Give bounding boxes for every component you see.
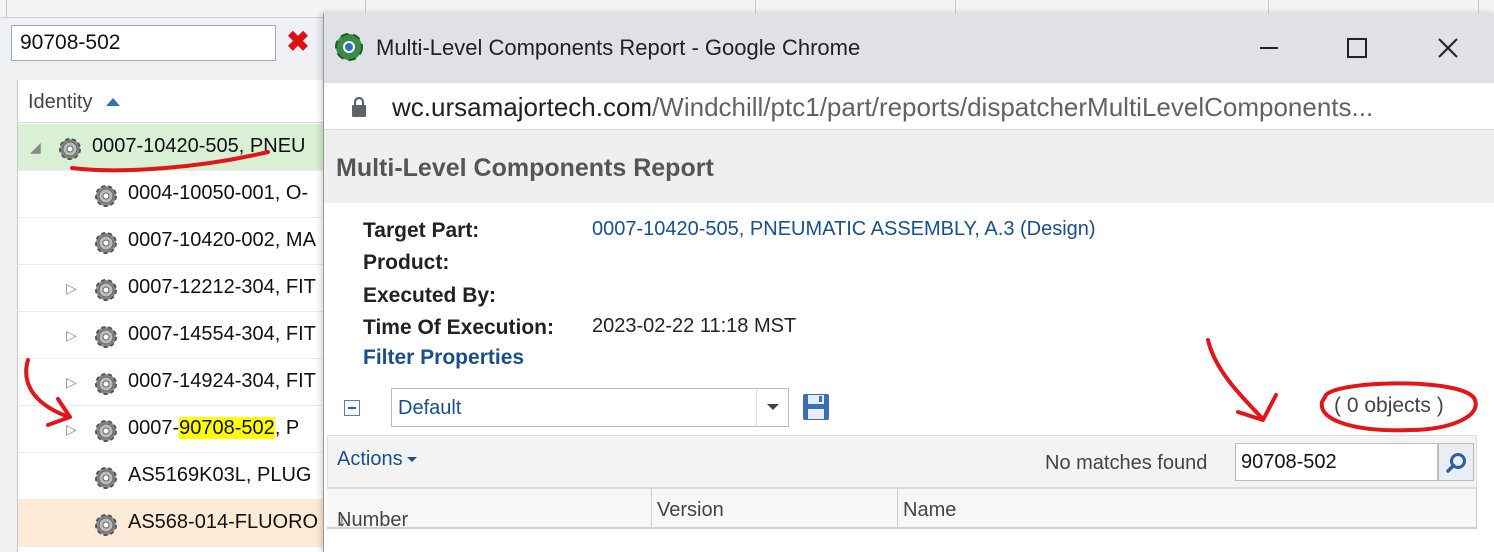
number-text: Number bbox=[337, 509, 409, 531]
find-in-table-input[interactable] bbox=[1235, 443, 1438, 481]
tree-row-label: 0007-10420-002, MA bbox=[128, 229, 316, 251]
minimize-icon[interactable] bbox=[1252, 31, 1286, 65]
label-prefix: 0007- bbox=[128, 417, 180, 439]
column-label-name: Name bbox=[903, 499, 957, 521]
executed-by-label: Executed By: bbox=[363, 284, 497, 307]
tree-search-input[interactable] bbox=[11, 25, 276, 61]
chrome-popup-window: Multi-Level Components Report - Google C… bbox=[323, 13, 1494, 552]
column-header-name[interactable]: Name bbox=[898, 488, 1477, 529]
no-matches-text: No matches found bbox=[1045, 452, 1208, 474]
label-suffix: , P bbox=[274, 417, 300, 439]
report-page: Multi-Level Components Report Target Par… bbox=[324, 130, 1494, 552]
tree-row-label: 0004-10050-001, O- bbox=[128, 182, 309, 204]
filter-properties-link[interactable]: Filter Properties bbox=[363, 346, 524, 370]
caret-down-icon bbox=[406, 457, 417, 463]
lock-icon bbox=[352, 96, 366, 117]
time-of-execution-value: 2023-02-22 11:18 MST bbox=[592, 315, 797, 337]
tree-row[interactable]: 0004-10050-001, O- bbox=[18, 171, 338, 218]
tree-row-label: 0007-14924-304, FIT bbox=[128, 370, 316, 392]
target-part-label: Target Part: bbox=[363, 219, 480, 242]
target-part-link[interactable]: 0007-10420-505, PNEUMATIC ASSEMBLY, A.3 … bbox=[592, 218, 1096, 241]
search-icon bbox=[1446, 453, 1466, 473]
tree-row-label: 0007-12212-304, FIT bbox=[128, 276, 316, 298]
tree-row-label: AS568-014-FLUORO bbox=[128, 511, 319, 533]
tree-row[interactable]: AS568-014-FLUORO bbox=[18, 500, 338, 547]
expand-toggle-icon[interactable]: ▷ bbox=[66, 373, 78, 391]
screen: ✖ Identity ◢ 0007-10420-505, PNEU 0004-1… bbox=[0, 0, 1494, 552]
url-host: wc.ursamajortech.com bbox=[392, 92, 653, 122]
part-gear-icon bbox=[95, 326, 117, 348]
url-text: wc.ursamajortech.com/Windchill/ptc1/part… bbox=[392, 92, 1373, 123]
expand-toggle-icon[interactable]: ▷ bbox=[66, 326, 78, 344]
find-button[interactable] bbox=[1438, 443, 1474, 481]
structure-tree: Identity ◢ 0007-10420-505, PNEU 0004-100… bbox=[17, 80, 338, 552]
part-gear-icon bbox=[95, 232, 117, 254]
actions-menu[interactable]: Actions bbox=[337, 448, 417, 471]
collapse-icon[interactable] bbox=[344, 400, 360, 416]
column-header-number[interactable]: Number ↓ bbox=[327, 488, 652, 531]
collapse-toggle-icon[interactable]: ◢ bbox=[30, 138, 42, 156]
time-of-execution-label: Time Of Execution: bbox=[363, 316, 554, 339]
sort-descending-icon: ↓ bbox=[337, 509, 347, 531]
sort-ascending-icon bbox=[106, 98, 120, 106]
page-title: Multi-Level Components Report bbox=[336, 154, 714, 182]
window-title: Multi-Level Components Report - Google C… bbox=[376, 35, 861, 60]
column-label-number: Number ↓ bbox=[332, 499, 408, 531]
maximize-icon[interactable] bbox=[1340, 31, 1374, 65]
column-label-version: Version bbox=[657, 499, 724, 521]
tree-row-match[interactable]: ▷ 0007-90708-502, P bbox=[18, 406, 338, 453]
identity-header-label: Identity bbox=[28, 91, 93, 113]
part-gear-icon bbox=[95, 467, 117, 489]
save-view-icon[interactable] bbox=[801, 392, 831, 422]
table-toolbar: Actions No matches found bbox=[327, 435, 1477, 488]
tree-row[interactable]: ▷ 0007-12212-304, FIT bbox=[18, 265, 338, 312]
identity-column-header[interactable]: Identity bbox=[18, 80, 338, 123]
view-select[interactable]: Default bbox=[391, 388, 789, 427]
part-gear-icon bbox=[95, 514, 117, 536]
part-gear-icon bbox=[95, 373, 117, 395]
column-header-version[interactable]: Version bbox=[652, 488, 898, 529]
part-gear-icon bbox=[95, 185, 117, 207]
close-icon[interactable] bbox=[1431, 31, 1465, 65]
tree-row[interactable]: ▷ 0007-14554-304, FIT bbox=[18, 312, 338, 359]
address-bar[interactable]: wc.ursamajortech.com/Windchill/ptc1/part… bbox=[324, 83, 1494, 130]
part-gear-icon bbox=[95, 279, 117, 301]
chevron-down-icon[interactable] bbox=[756, 389, 788, 426]
view-select-value: Default bbox=[398, 397, 462, 419]
window-titlebar[interactable]: Multi-Level Components Report - Google C… bbox=[324, 13, 1494, 83]
tree-row[interactable]: 0007-10420-002, MA bbox=[18, 218, 338, 265]
tree-row-label: 0007-14554-304, FIT bbox=[128, 323, 316, 345]
search-highlight: 90708-502 bbox=[179, 417, 275, 439]
tree-row[interactable]: ▷ 0007-14924-304, FIT bbox=[18, 359, 338, 406]
url-path: /Windchill/ptc1/part/reports/dispatcherM… bbox=[652, 92, 1374, 122]
actions-label: Actions bbox=[337, 448, 403, 470]
object-count: ( 0 objects ) bbox=[1334, 394, 1444, 417]
part-gear-icon bbox=[95, 420, 117, 442]
chrome-logo-icon bbox=[335, 33, 363, 61]
clear-search-icon[interactable]: ✖ bbox=[286, 28, 310, 56]
part-gear-icon bbox=[59, 138, 81, 160]
tree-row[interactable]: AS5169K03L, PLUG bbox=[18, 453, 338, 500]
tree-row-label: 0007-10420-505, PNEU bbox=[92, 135, 306, 157]
report-header: Multi-Level Components Report bbox=[324, 130, 1494, 203]
tree-row-label: 0007-90708-502, P bbox=[128, 417, 299, 440]
product-label: Product: bbox=[363, 251, 450, 274]
tree-row-root[interactable]: ◢ 0007-10420-505, PNEU bbox=[18, 124, 338, 171]
tree-row-label: AS5169K03L, PLUG bbox=[128, 464, 312, 486]
expand-toggle-icon[interactable]: ▷ bbox=[66, 279, 78, 297]
expand-toggle-icon[interactable]: ▷ bbox=[66, 420, 78, 438]
